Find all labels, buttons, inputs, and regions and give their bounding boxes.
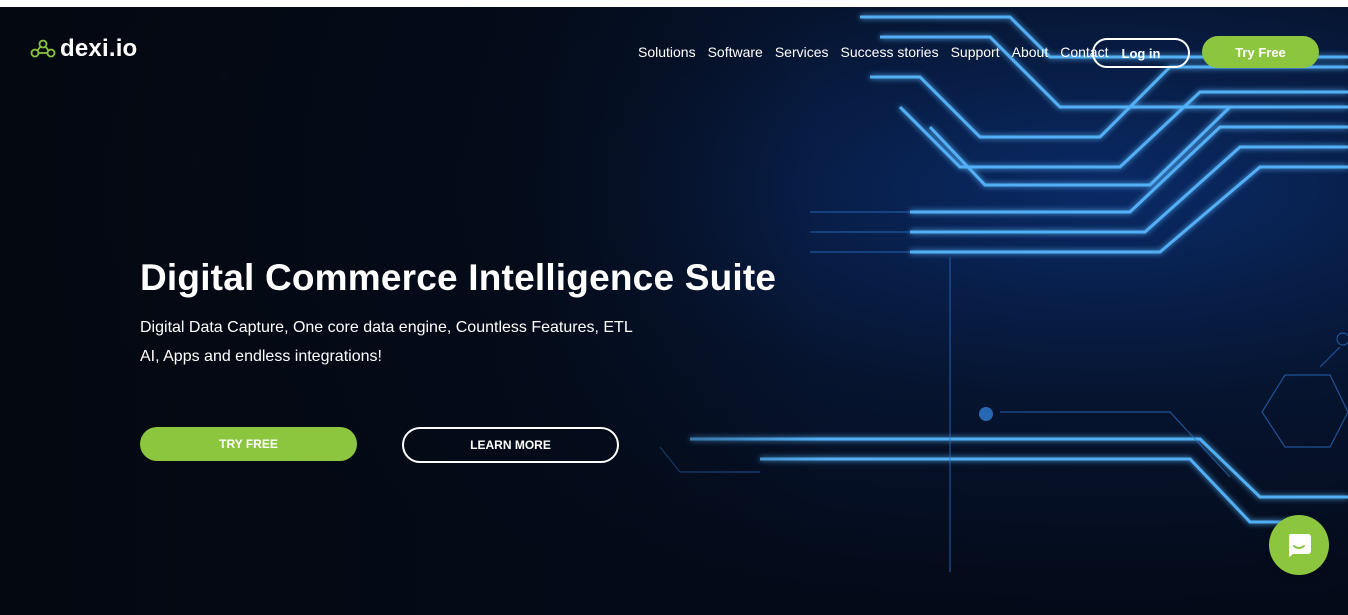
top-navigation: dexi.io Solutions Software Services Succ…: [0, 7, 1348, 97]
hero-content: Digital Commerce Intelligence Suite Digi…: [140, 257, 776, 371]
hero-section: dexi.io Solutions Software Services Succ…: [0, 7, 1348, 615]
logo[interactable]: dexi.io: [30, 35, 137, 63]
hero-subtitle-line-1: Digital Data Capture, One core data engi…: [140, 319, 633, 336]
learn-more-button[interactable]: LEARN MORE: [402, 427, 619, 463]
molecule-logo-icon: [30, 39, 56, 58]
try-free-button[interactable]: TRY FREE: [140, 427, 357, 461]
hero-subtitle-line-2: AI, Apps and endless integrations!: [140, 348, 382, 365]
hero-subtitle: Digital Data Capture, One core data engi…: [140, 313, 776, 371]
nav-item-software[interactable]: Software: [708, 44, 763, 60]
hero-title: Digital Commerce Intelligence Suite: [140, 257, 777, 298]
login-button[interactable]: Log in: [1092, 38, 1190, 68]
nav-menu: Solutions Software Services Success stor…: [638, 44, 1108, 60]
nav-item-about[interactable]: About: [1012, 44, 1049, 60]
nav-item-services[interactable]: Services: [775, 44, 829, 60]
nav-item-success-stories[interactable]: Success stories: [841, 44, 939, 60]
hero-cta-group: TRY FREE LEARN MORE: [140, 427, 619, 463]
chat-bubble-icon: [1288, 534, 1311, 557]
nav-item-support[interactable]: Support: [951, 44, 1000, 60]
chat-launcher-button[interactable]: [1269, 515, 1329, 575]
try-free-nav-button[interactable]: Try Free: [1202, 36, 1319, 68]
brand-name: dexi.io: [60, 35, 138, 62]
nav-item-solutions[interactable]: Solutions: [638, 44, 696, 60]
